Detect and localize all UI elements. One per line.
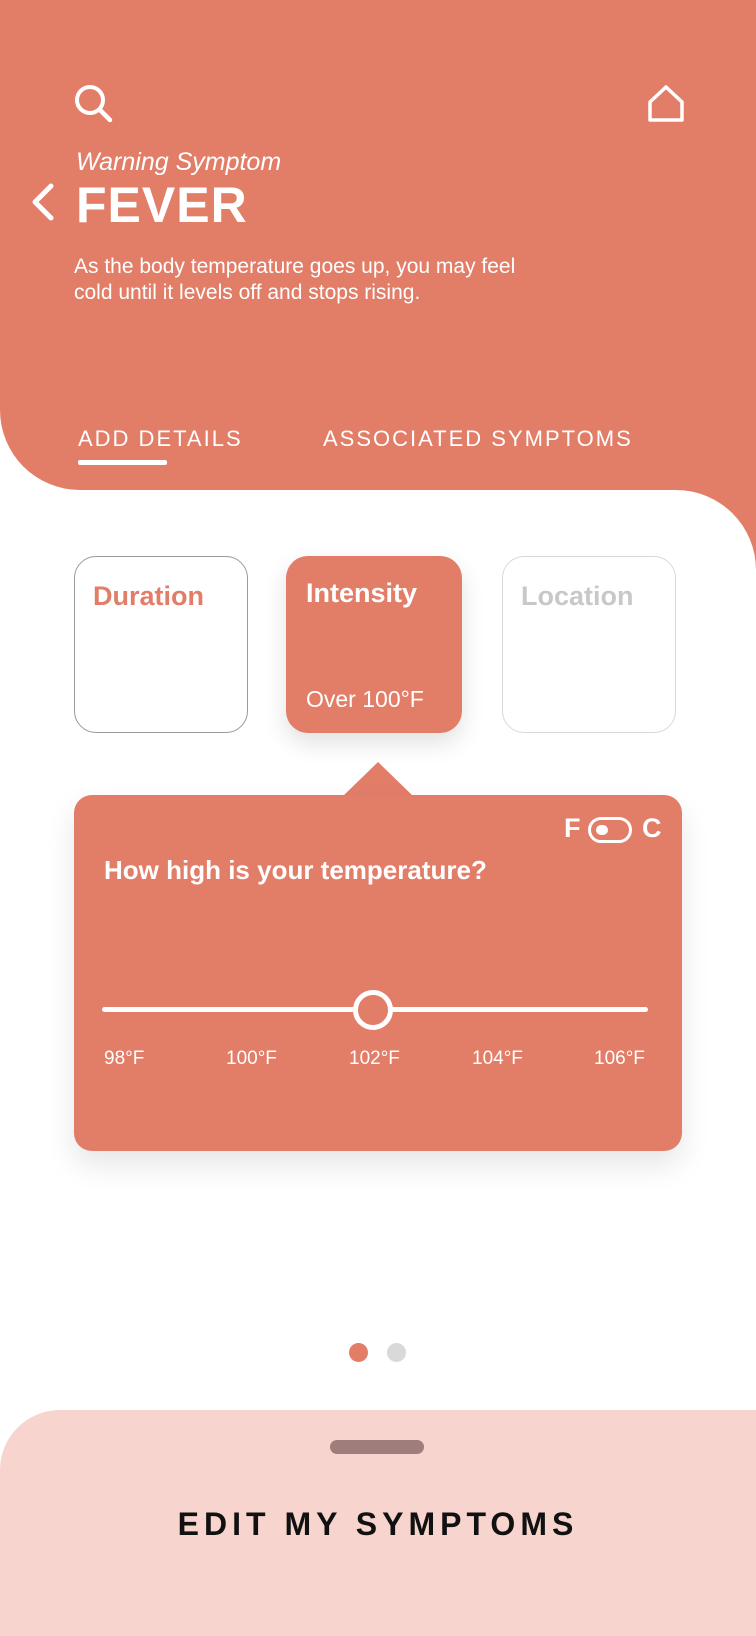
slider-tick-label: 98°F	[104, 1048, 145, 1069]
card-location[interactable]: Location	[502, 556, 676, 733]
page-dot[interactable]	[387, 1343, 406, 1362]
symptom-description: As the body temperature goes up, you may…	[74, 255, 516, 304]
temperature-panel: F C How high is your temperature? 98°F 1…	[74, 795, 682, 1151]
page-dot-active[interactable]	[349, 1343, 368, 1362]
unit-toggle-knob	[596, 825, 608, 835]
chevron-left-icon[interactable]	[24, 180, 64, 224]
card-intensity[interactable]: Intensity Over 100°F	[286, 556, 462, 733]
active-tab-indicator	[78, 460, 167, 465]
edit-symptoms-sheet[interactable]: EDIT MY SYMPTOMS	[0, 1410, 756, 1636]
page-title: FEVER	[76, 177, 248, 233]
unit-f-label: F	[564, 813, 581, 843]
slider-tick-label: 106°F	[594, 1048, 645, 1069]
slider-tick-label: 104°F	[472, 1048, 523, 1069]
card-intensity-value: Over 100°F	[306, 686, 424, 712]
tab-associated-symptoms[interactable]: ASSOCIATED SYMPTOMS	[323, 426, 633, 452]
edit-symptoms-label: EDIT MY SYMPTOMS	[177, 1506, 579, 1542]
panel-pointer	[343, 762, 413, 796]
card-duration-title: Duration	[93, 581, 204, 611]
temperature-question: How high is your temperature?	[104, 855, 487, 885]
symptom-category: Warning Symptom	[76, 148, 282, 176]
search-icon[interactable]	[72, 82, 116, 126]
card-intensity-title: Intensity	[306, 578, 418, 608]
unit-toggle[interactable]	[588, 817, 632, 843]
slider-tick-label: 100°F	[226, 1048, 277, 1069]
slider-tick-label: 102°F	[349, 1048, 400, 1069]
sheet-drag-handle[interactable]	[330, 1440, 424, 1454]
home-icon[interactable]	[644, 82, 688, 126]
unit-c-label: C	[642, 813, 662, 843]
temperature-slider-thumb[interactable]	[353, 990, 393, 1030]
card-location-title: Location	[521, 581, 634, 611]
header: Warning Symptom FEVER As the body temper…	[0, 0, 756, 490]
card-duration[interactable]: Duration	[74, 556, 248, 733]
tab-add-details[interactable]: ADD DETAILS	[78, 426, 243, 452]
header-curve	[676, 490, 756, 570]
